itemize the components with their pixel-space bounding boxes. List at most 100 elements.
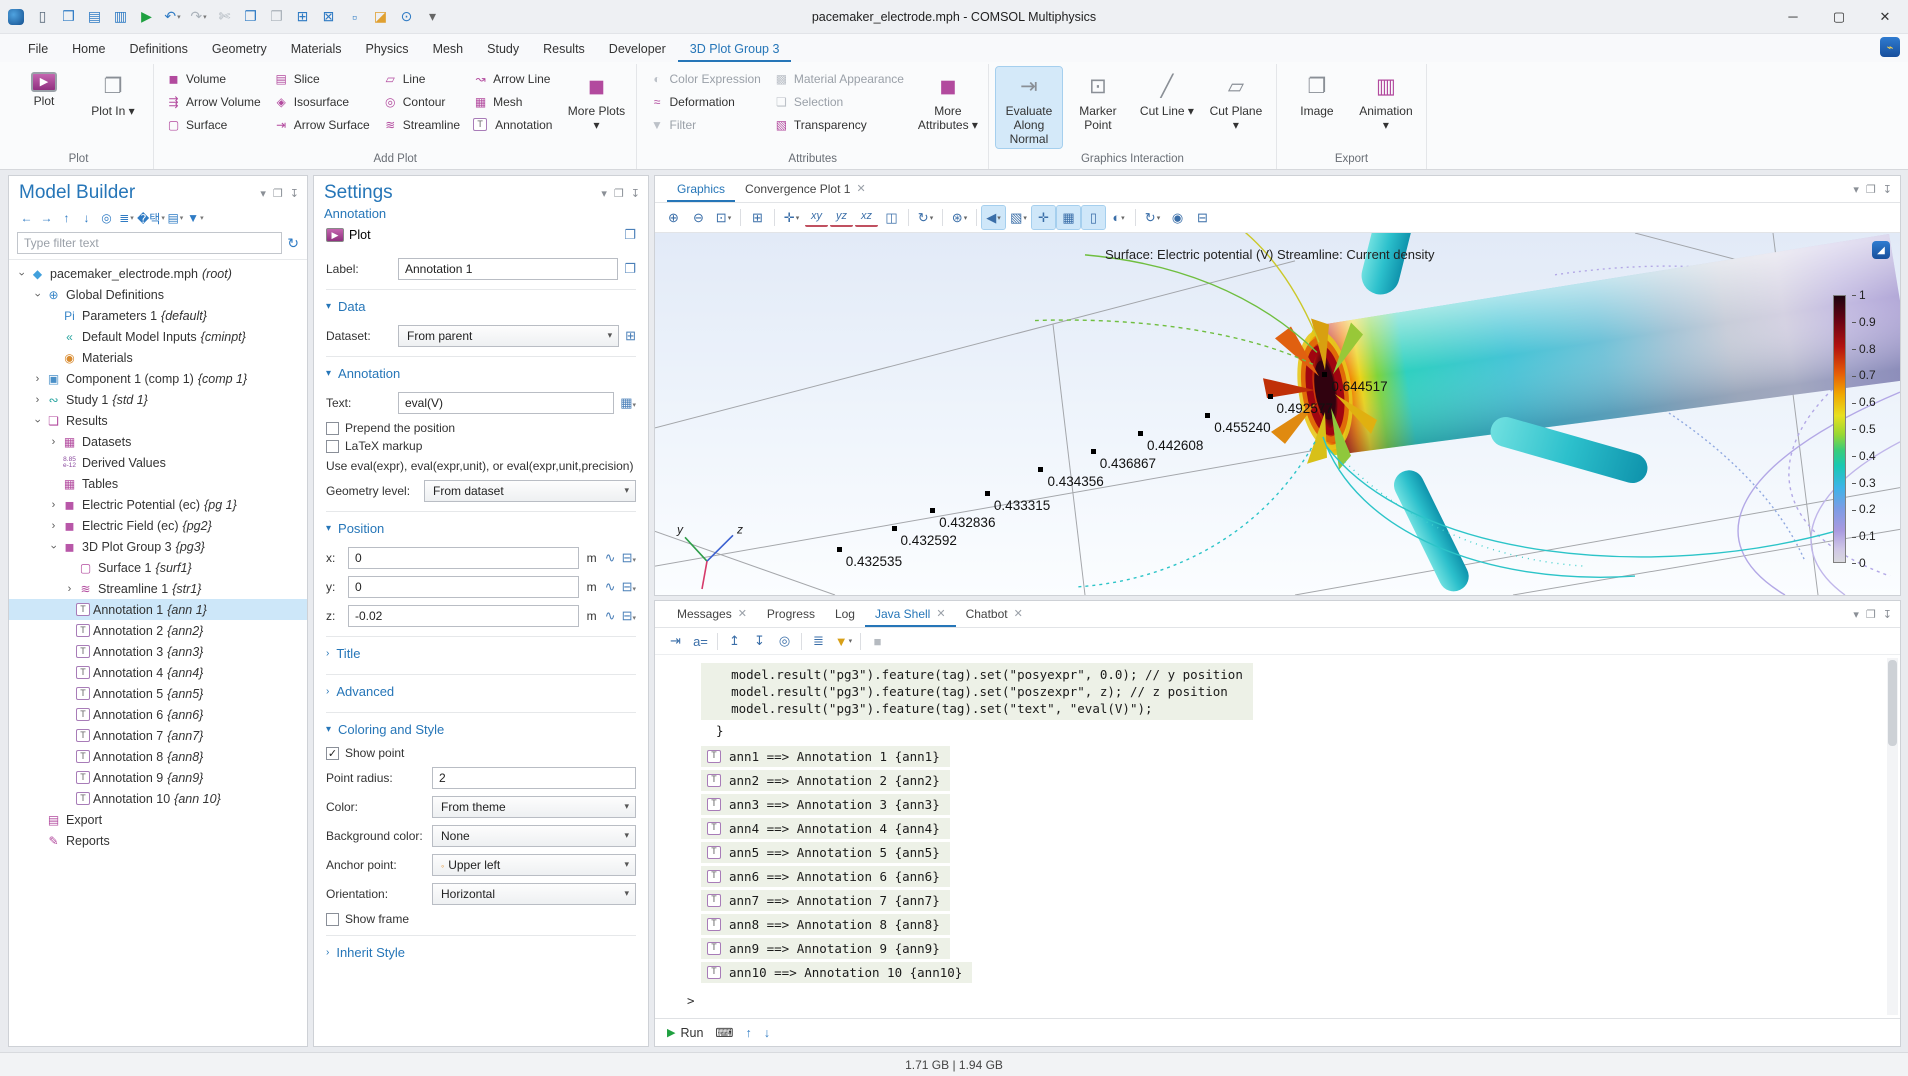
tree-item-annotation-10[interactable]: TAnnotation 10{ann 10} bbox=[9, 788, 307, 809]
position-input-x[interactable] bbox=[348, 547, 579, 569]
gt-snapshot[interactable]: ◉ bbox=[1166, 206, 1189, 229]
position-input-z[interactable] bbox=[348, 605, 579, 627]
ribbon-button-annotation[interactable]: TAnnotation bbox=[468, 113, 560, 136]
tree-expander[interactable]: › bbox=[16, 267, 28, 280]
menu-tab-mesh[interactable]: Mesh bbox=[421, 37, 476, 62]
console-tab-progress[interactable]: Progress bbox=[757, 602, 825, 627]
ribbon-button-slice[interactable]: ▤Slice bbox=[269, 67, 378, 90]
ribbon-button-selection[interactable]: ❏Selection bbox=[769, 90, 912, 113]
tree-item-electric-field-ec-[interactable]: ›◼Electric Field (ec){pg2} bbox=[9, 515, 307, 536]
gt-view-xy[interactable]: xy bbox=[805, 208, 828, 227]
tree-item-annotation-4[interactable]: TAnnotation 4{ann4} bbox=[9, 662, 307, 683]
ribbon-button-transparency[interactable]: ▧Transparency bbox=[769, 113, 912, 136]
mb-toolbar-icon-4[interactable]: ◎ bbox=[97, 208, 116, 228]
tree-item-electric-potential-ec-[interactable]: ›◼Electric Potential (ec){pg 1} bbox=[9, 494, 307, 515]
ribbon-button-image[interactable]: ❐Image bbox=[1284, 67, 1350, 141]
gt-transparency[interactable]: ▧▾ bbox=[1007, 206, 1030, 229]
gt-camera[interactable]: ◫ bbox=[880, 206, 903, 229]
close-tab-icon[interactable]: ✕ bbox=[1014, 607, 1023, 620]
tree-expander[interactable]: › bbox=[32, 288, 44, 301]
anchor-point-combo[interactable]: ◦Upper left▾ bbox=[432, 854, 636, 876]
expression-menu-icon[interactable]: ⊟ bbox=[622, 550, 636, 566]
console-tab-messages[interactable]: Messages✕ bbox=[667, 602, 757, 627]
tree-expander[interactable]: › bbox=[31, 373, 44, 385]
menu-tab-file[interactable]: File bbox=[16, 37, 60, 62]
shell-scrollbar[interactable] bbox=[1887, 658, 1898, 1015]
gt-show-axes[interactable]: ✛ bbox=[1032, 206, 1055, 229]
section-advanced[interactable]: ›Advanced bbox=[326, 674, 636, 703]
section-inherit-style[interactable]: ›Inherit Style bbox=[326, 935, 636, 964]
dataset-actions-icon[interactable]: ⊞ bbox=[625, 328, 636, 344]
tree-item-export[interactable]: ▤Export bbox=[9, 809, 307, 830]
expression-menu-icon[interactable]: ▦ bbox=[620, 395, 636, 411]
ribbon-button-plot-in[interactable]: ❐Plot In ▾ bbox=[80, 67, 146, 141]
menu-tab-context[interactable]: 3D Plot Group 3 bbox=[678, 37, 792, 62]
tree-item-annotation-3[interactable]: TAnnotation 3{ann3} bbox=[9, 641, 307, 662]
ribbon-button-more-plots[interactable]: ◼More Plots ▾ bbox=[563, 67, 629, 141]
rename-icon[interactable]: ❐ bbox=[624, 261, 636, 277]
tree-item-streamline-1[interactable]: ›≋Streamline 1{str1} bbox=[9, 578, 307, 599]
qb-delete-icon[interactable]: ⊠ bbox=[316, 5, 341, 29]
section-title[interactable]: ›Title bbox=[326, 636, 636, 665]
maximize-button[interactable]: ▢ bbox=[1816, 0, 1862, 34]
qb-undo-icon[interactable]: ↶▾ bbox=[160, 5, 185, 29]
menu-tab-results[interactable]: Results bbox=[531, 37, 597, 62]
gt-zoom-extents[interactable]: ⊞ bbox=[746, 206, 769, 229]
latex-markup-checkbox[interactable] bbox=[326, 440, 339, 453]
tree-expander[interactable]: › bbox=[32, 414, 44, 427]
gt-zoom-box[interactable]: ⊡▾ bbox=[712, 206, 735, 229]
shell-toolbar-icon-8[interactable]: ▼▾ bbox=[832, 630, 855, 653]
tree-item-annotation-2[interactable]: TAnnotation 2{ann2} bbox=[9, 620, 307, 641]
menu-tab-developer[interactable]: Developer bbox=[597, 37, 678, 62]
ribbon-button-isosurface[interactable]: ◈Isosurface bbox=[269, 90, 378, 113]
background-color-combo[interactable]: None▾ bbox=[432, 825, 636, 847]
menu-tab-definitions[interactable]: Definitions bbox=[118, 37, 200, 62]
ribbon-button-surface[interactable]: ▢Surface bbox=[161, 113, 269, 136]
tree-item-annotation-8[interactable]: TAnnotation 8{ann8} bbox=[9, 746, 307, 767]
gt-color-palette[interactable]: ◐▾ bbox=[1107, 206, 1130, 229]
qb-save-as-icon[interactable]: ▥ bbox=[108, 5, 133, 29]
gt-select-mode[interactable]: ◀▾ bbox=[982, 206, 1005, 229]
ribbon-button-material-appearance[interactable]: ▩Material Appearance bbox=[769, 67, 912, 90]
panel-pin-icon[interactable]: ↧ bbox=[1883, 608, 1892, 621]
tree-item-3d-plot-group-3[interactable]: ›◼3D Plot Group 3{pg3} bbox=[9, 536, 307, 557]
mb-toolbar-icon-1[interactable]: → bbox=[37, 208, 56, 228]
close-tab-icon[interactable]: ✕ bbox=[738, 607, 747, 620]
qb-copy-icon[interactable]: ❐ bbox=[238, 5, 263, 29]
dataset-combo[interactable]: From parent▾ bbox=[398, 325, 619, 347]
ribbon-button-arrow-line[interactable]: ↝Arrow Line bbox=[468, 67, 560, 90]
shell-toolbar-icon-10[interactable]: ■ bbox=[866, 630, 889, 653]
ribbon-button-arrow-surface[interactable]: ⇥Arrow Surface bbox=[269, 113, 378, 136]
tree-item-component-1-comp-1-[interactable]: ›▣Component 1 (comp 1){comp 1} bbox=[9, 368, 307, 389]
menu-tab-geometry[interactable]: Geometry bbox=[200, 37, 279, 62]
tree-item-reports[interactable]: ✎Reports bbox=[9, 830, 307, 851]
ribbon-button-color-expression[interactable]: ◐Color Expression bbox=[644, 67, 768, 90]
panel-float-icon[interactable]: ❐ bbox=[614, 187, 624, 200]
graphics-tab-graphics[interactable]: Graphics bbox=[667, 177, 735, 202]
ribbon-button-line[interactable]: ▱Line bbox=[378, 67, 468, 90]
menu-tab-materials[interactable]: Materials bbox=[279, 37, 354, 62]
qb-save-icon[interactable]: ▤ bbox=[82, 5, 107, 29]
gt-scene[interactable]: ⊛▾ bbox=[948, 206, 971, 229]
gt-rotate[interactable]: ↻▾ bbox=[914, 206, 937, 229]
shell-toolbar-icon-7[interactable]: ≣ bbox=[807, 630, 830, 653]
geometry-level-combo[interactable]: From dataset▾ bbox=[424, 480, 636, 502]
panel-menu-icon[interactable]: ▾ bbox=[1853, 608, 1859, 621]
qb-find-icon[interactable]: ⊙ bbox=[394, 5, 419, 29]
tree-item-study-1[interactable]: ›∾Study 1{std 1} bbox=[9, 389, 307, 410]
expression-menu-icon[interactable]: ⊟ bbox=[622, 608, 636, 624]
tree-item-materials[interactable]: ◉Materials bbox=[9, 347, 307, 368]
show-plot-icon[interactable]: ❐ bbox=[624, 227, 636, 243]
shell-toolbar-icon-1[interactable]: a= bbox=[689, 630, 712, 653]
tree-item-default-model-inputs[interactable]: «Default Model Inputs{cminpt} bbox=[9, 326, 307, 347]
point-radius-input[interactable] bbox=[432, 767, 636, 789]
tree-item-annotation-1[interactable]: TAnnotation 1{ann 1} bbox=[9, 599, 307, 620]
panel-menu-icon[interactable]: ▾ bbox=[601, 187, 607, 200]
tree-item-surface-1[interactable]: ▢Surface 1{surf1} bbox=[9, 557, 307, 578]
tree-item-annotation-5[interactable]: TAnnotation 5{ann5} bbox=[9, 683, 307, 704]
shell-toolbar-icon-3[interactable]: ↥ bbox=[723, 630, 746, 653]
console-tab-log[interactable]: Log bbox=[825, 602, 865, 627]
close-tab-icon[interactable]: ✕ bbox=[856, 182, 865, 195]
mb-toolbar-icon-7[interactable]: ▤▾ bbox=[166, 208, 185, 228]
gt-update-plot[interactable]: ↻▾ bbox=[1141, 206, 1164, 229]
